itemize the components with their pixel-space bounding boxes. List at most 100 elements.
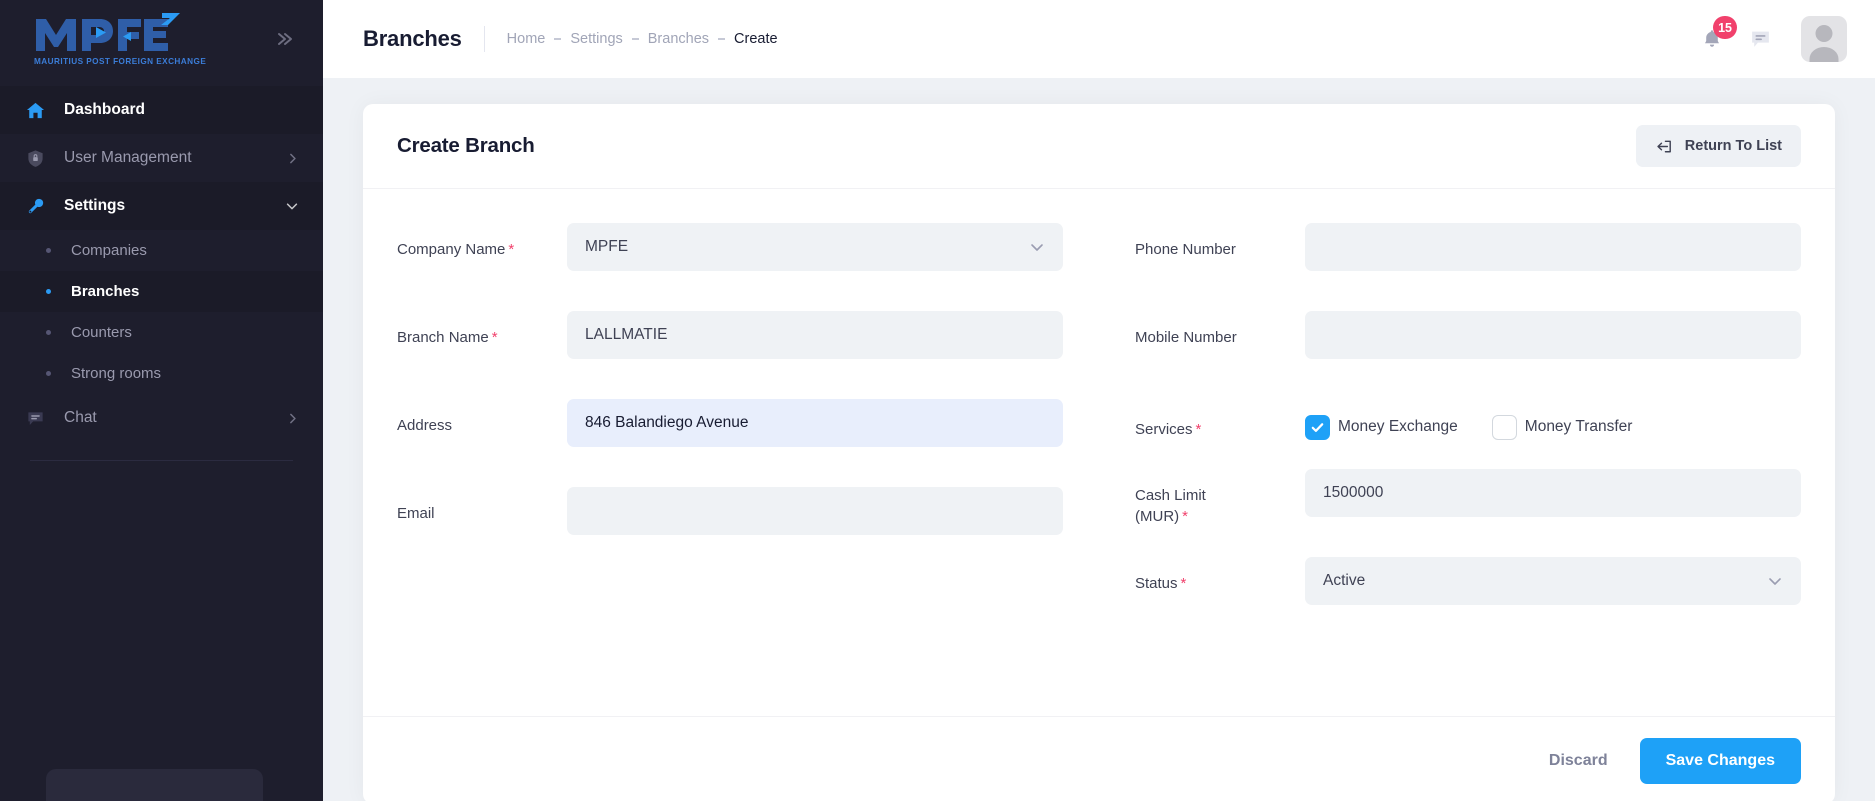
field-control: [567, 487, 1063, 535]
field-services: Services * Money Exchange Money Transfer: [1135, 399, 1801, 455]
bullet-icon: [46, 289, 51, 294]
email-input[interactable]: [567, 487, 1063, 535]
breadcrumb-item-create: Create: [734, 31, 778, 47]
home-icon: [26, 101, 52, 120]
field-mobile-number: Mobile Number: [1135, 311, 1801, 377]
field-label: Mobile Number: [1135, 311, 1305, 348]
title-separator: [483, 26, 485, 52]
field-status: Status * Active: [1135, 557, 1801, 623]
field-label: Services *: [1135, 399, 1305, 440]
required-marker: *: [508, 241, 515, 258]
field-label-text: Email: [397, 505, 435, 522]
field-label: Company Name *: [397, 223, 567, 260]
app-root: MAURITIUS POST FOREIGN EXCHANGE Dashboar…: [0, 0, 1875, 801]
chevron-down-icon: [1767, 573, 1783, 589]
field-control: [1305, 311, 1801, 359]
bullet-icon: [46, 248, 51, 253]
sidebar-item-chat[interactable]: Chat: [0, 394, 323, 442]
sidebar-footer-card[interactable]: [46, 769, 263, 801]
field-control: MPFE: [567, 223, 1063, 271]
chevron-down-icon: [285, 199, 299, 213]
field-label: Cash Limit (MUR) *: [1135, 469, 1305, 528]
field-label-text: Company Name: [397, 241, 506, 258]
checkbox-money-transfer[interactable]: Money Transfer: [1491, 414, 1632, 440]
sidebar-item-label: User Management: [64, 149, 192, 166]
field-control: [567, 311, 1063, 359]
form-column-right: Phone Number Mobile Number Services * Mo…: [1099, 223, 1801, 706]
field-label: Address: [397, 399, 567, 436]
phone-number-input[interactable]: [1305, 223, 1801, 271]
save-changes-button[interactable]: Save Changes: [1639, 737, 1801, 784]
field-branch-name: Branch Name *: [397, 311, 1063, 377]
status-select[interactable]: Active: [1305, 557, 1801, 605]
chat-bubble-icon: [1751, 31, 1769, 47]
checkbox-box-checked: [1305, 414, 1330, 440]
chevron-right-icon: [286, 412, 299, 425]
app-logo[interactable]: MAURITIUS POST FOREIGN EXCHANGE: [34, 11, 206, 66]
return-to-list-button[interactable]: Return To List: [1635, 125, 1801, 167]
card-body: Company Name * MPFE Branch Name * LALLMA…: [363, 189, 1835, 716]
sidebar-item-companies[interactable]: Companies: [0, 230, 323, 271]
sidebar-subitem-label: Counters: [71, 324, 132, 341]
company-name-select[interactable]: MPFE: [567, 223, 1063, 271]
sidebar-item-dashboard[interactable]: Dashboard: [0, 86, 323, 134]
field-company-name: Company Name * MPFE: [397, 223, 1063, 289]
field-label: Branch Name *: [397, 311, 567, 348]
required-marker: *: [491, 329, 498, 346]
field-control: [1305, 469, 1801, 517]
field-control: [1305, 223, 1801, 271]
field-address: Address: [397, 399, 1063, 465]
field-label-text: Phone Number: [1135, 241, 1236, 258]
mpfe-logo-icon: [36, 13, 180, 52]
chevron-down-icon: [1029, 239, 1045, 255]
mobile-number-input[interactable]: [1305, 311, 1801, 359]
field-label-text: Services: [1135, 421, 1193, 438]
sidebar-nav: Dashboard User Management Settings Compa…: [0, 78, 323, 801]
logo-mark: [34, 11, 206, 55]
breadcrumb-separator: [554, 38, 562, 40]
checkbox-money-exchange[interactable]: Money Exchange: [1305, 414, 1458, 440]
sidebar-item-strong-rooms[interactable]: Strong rooms: [0, 353, 323, 394]
address-input[interactable]: [567, 399, 1063, 447]
card-header: Create Branch Return To List: [363, 104, 1835, 189]
messages-button[interactable]: [1739, 18, 1781, 60]
breadcrumb-separator: [631, 38, 639, 40]
breadcrumb-item-branches[interactable]: Branches: [648, 31, 709, 47]
discard-button[interactable]: Discard: [1527, 738, 1630, 784]
sidebar-item-user-management[interactable]: User Management: [0, 134, 323, 182]
avatar[interactable]: [1801, 16, 1847, 62]
branch-name-input[interactable]: [567, 311, 1063, 359]
brand-header: MAURITIUS POST FOREIGN EXCHANGE: [0, 0, 323, 78]
sidebar-subitem-label: Strong rooms: [71, 365, 162, 382]
notifications-button[interactable]: 15: [1691, 16, 1737, 60]
sidebar: MAURITIUS POST FOREIGN EXCHANGE Dashboar…: [0, 0, 323, 801]
company-name-value: MPFE: [585, 238, 629, 255]
breadcrumb: Home Settings Branches Create: [507, 31, 778, 47]
field-label-text: Status: [1135, 575, 1178, 592]
shield-lock-icon: [26, 149, 52, 168]
required-marker: *: [1195, 421, 1202, 438]
sidebar-item-counters[interactable]: Counters: [0, 312, 323, 353]
return-to-list-label: Return To List: [1684, 138, 1782, 154]
arrow-left-box-icon: [1655, 137, 1674, 156]
sidebar-item-settings[interactable]: Settings: [0, 182, 323, 230]
field-label: Phone Number: [1135, 223, 1305, 260]
field-label-text: Mobile Number: [1135, 329, 1237, 346]
field-label-text: Address: [397, 417, 453, 434]
services-checkbox-group: Money Exchange Money Transfer: [1305, 399, 1801, 447]
check-icon: [1311, 422, 1324, 432]
avatar-body: [1809, 47, 1839, 62]
sidebar-divider: [30, 460, 293, 461]
breadcrumb-item-home[interactable]: Home: [507, 31, 546, 47]
notification-badge: 15: [1713, 16, 1737, 39]
cash-limit-input[interactable]: [1305, 469, 1801, 517]
checkbox-box-unchecked: [1491, 414, 1517, 440]
sidebar-item-label: Dashboard: [64, 101, 145, 118]
sidebar-collapse-button[interactable]: [267, 22, 301, 56]
field-control: Active: [1305, 557, 1801, 605]
main-area: Branches Home Settings Branches Create 1…: [323, 0, 1875, 801]
sidebar-item-branches[interactable]: Branches: [0, 271, 323, 312]
breadcrumb-item-settings[interactable]: Settings: [570, 31, 622, 47]
topbar-actions: 15: [1691, 16, 1847, 62]
sidebar-item-label: Settings: [64, 197, 126, 214]
